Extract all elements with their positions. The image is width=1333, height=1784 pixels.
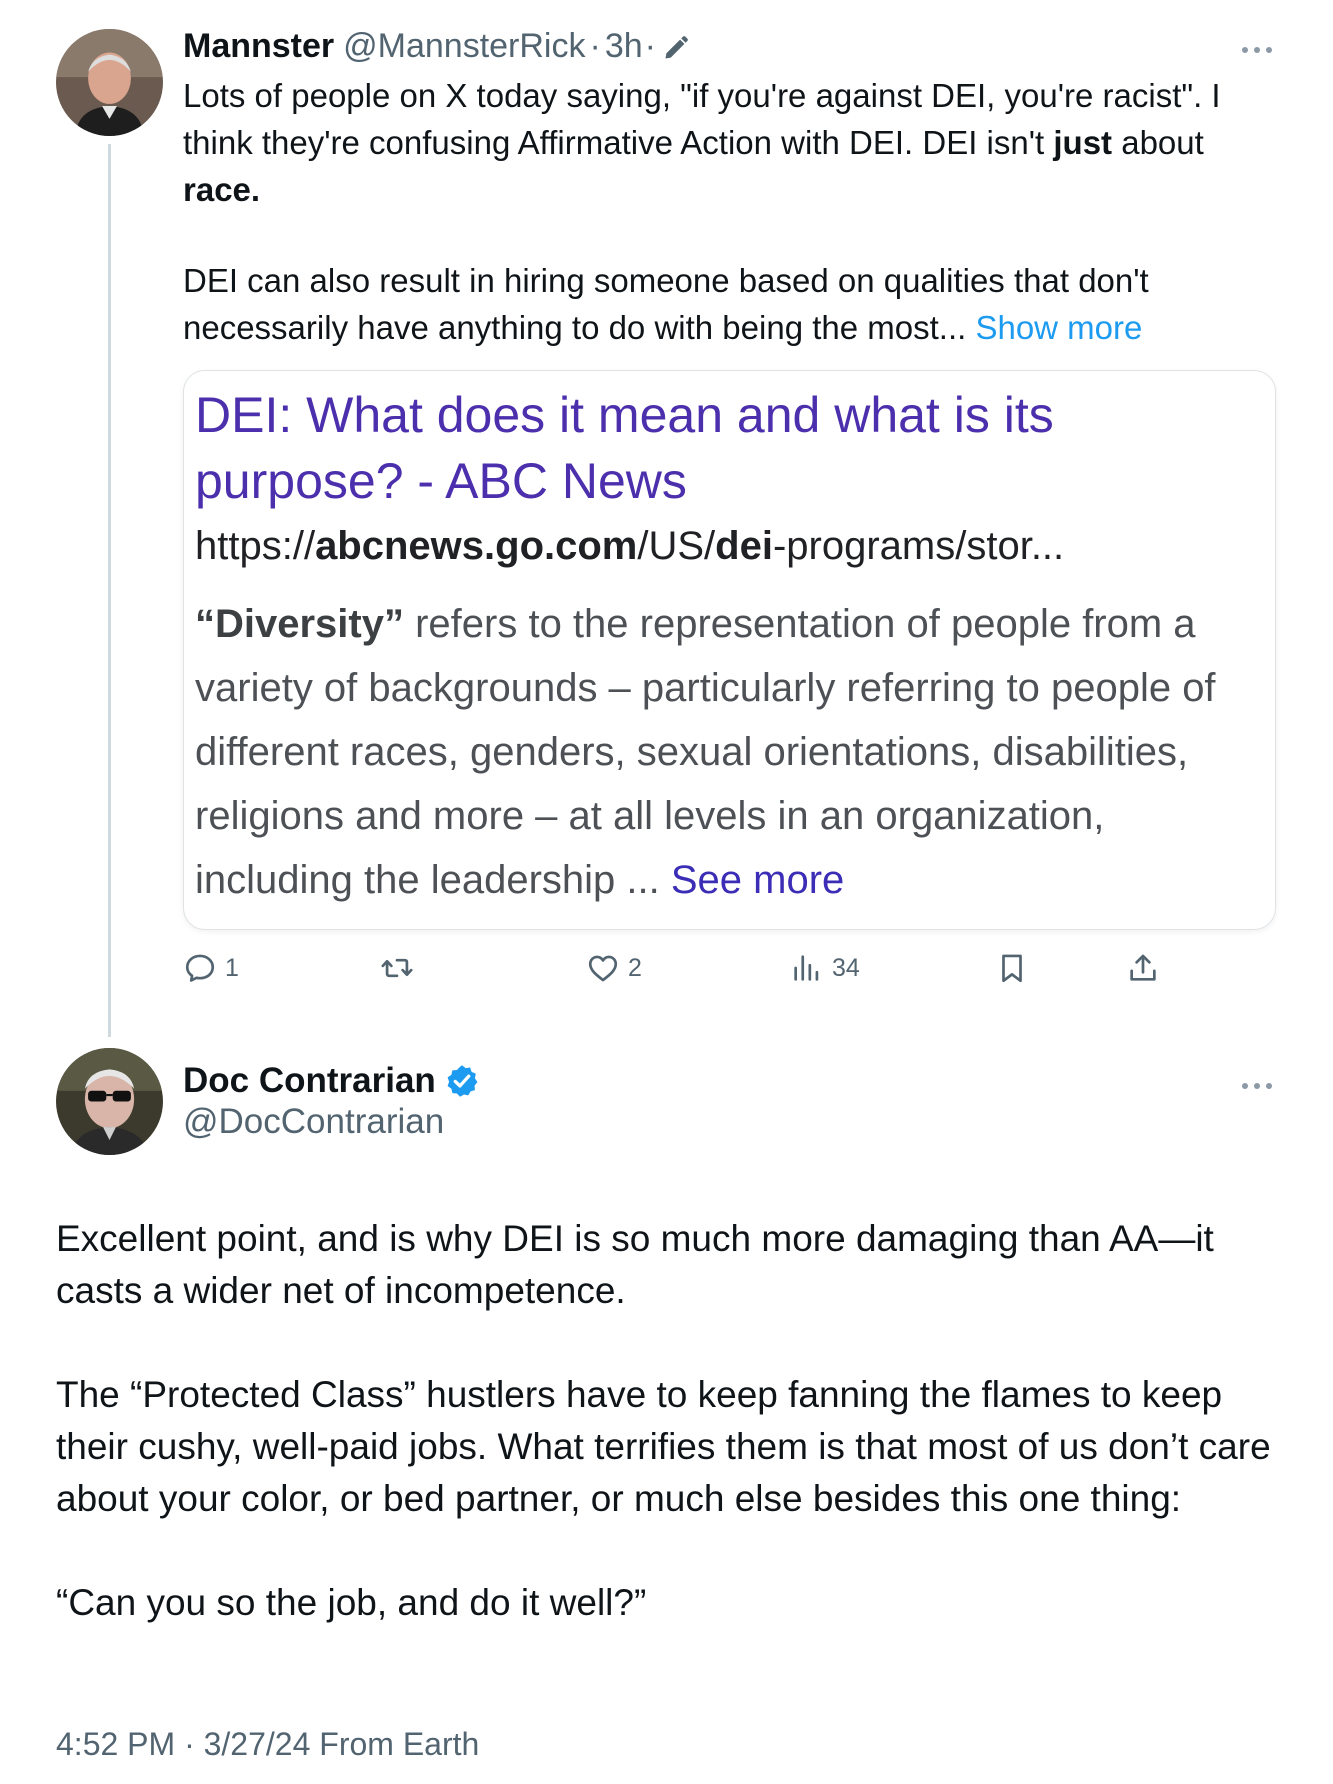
avatar[interactable]	[56, 29, 163, 136]
tweet-text: Excellent point, and is why DEI is so mu…	[56, 1213, 1296, 1629]
tweet-header: Doc Contrarian	[183, 1058, 480, 1104]
share-button[interactable]	[1126, 948, 1160, 988]
snippet-bold: “Diversity”	[195, 602, 404, 646]
more-options-icon[interactable]	[1241, 1078, 1273, 1089]
card-snippet: “Diversity” refers to the representation…	[195, 592, 1265, 912]
pencil-edit-icon[interactable]	[662, 32, 690, 60]
card-url[interactable]: https://abcnews.go.com/US/dei-programs/s…	[195, 519, 1064, 573]
tweet-paragraph: Excellent point, and is why DEI is so mu…	[56, 1218, 1214, 1311]
tweet-text: Lots of people on X today saying, "if yo…	[183, 72, 1278, 351]
views-button[interactable]: 34	[790, 948, 860, 988]
reply-count: 1	[225, 953, 239, 982]
separator-dot: ·	[589, 26, 601, 65]
repost-button[interactable]	[380, 948, 422, 988]
reply-icon	[185, 954, 215, 982]
snippet-text: refers to the representation of people f…	[195, 602, 1216, 902]
card-title[interactable]: DEI: What does it mean and what is its p…	[195, 382, 1235, 514]
url-part: https://	[195, 524, 316, 568]
tweet-paragraph: “Can you so the job, and do it well?”	[56, 1582, 647, 1623]
tweet-text-bold: race.	[183, 171, 261, 208]
verified-badge-icon[interactable]	[444, 1063, 480, 1099]
like-count: 2	[628, 953, 642, 982]
thread-connector-line	[108, 144, 111, 1037]
bookmark-icon	[1002, 954, 1022, 983]
share-icon	[1130, 954, 1156, 981]
author-handle[interactable]: @MannsterRick	[343, 27, 585, 66]
see-more-link[interactable]: See more	[660, 858, 844, 902]
tweet-text-part: about	[1112, 124, 1204, 161]
heart-icon	[588, 955, 618, 982]
tweet-text-bold: just	[1053, 124, 1113, 161]
link-preview-card[interactable]: DEI: What does it mean and what is its p…	[183, 370, 1276, 930]
tweet-header: Mannster @MannsterRick · 3h ·	[183, 24, 690, 68]
url-domain: abcnews.go.com	[315, 524, 638, 568]
reply-button[interactable]: 1	[183, 948, 239, 988]
avatar[interactable]	[56, 1048, 163, 1155]
view-count: 34	[832, 953, 860, 982]
bookmark-button[interactable]	[995, 948, 1029, 988]
separator-dot: ·	[644, 26, 656, 65]
author-name[interactable]: Doc Contrarian	[183, 1061, 436, 1101]
show-more-link[interactable]: Show more	[966, 309, 1142, 346]
author-handle[interactable]: @DocContrarian	[183, 1102, 444, 1142]
like-button[interactable]: 2	[586, 948, 642, 988]
url-part: -programs/stor...	[772, 524, 1065, 568]
repost-icon	[381, 958, 413, 978]
url-part: /US/	[637, 524, 716, 568]
tweet-paragraph: The “Protected Class” hustlers have to k…	[56, 1374, 1271, 1519]
more-options-icon[interactable]	[1241, 42, 1273, 53]
url-part-bold: dei	[715, 524, 773, 568]
analytics-icon	[794, 955, 819, 981]
author-name[interactable]: Mannster	[183, 27, 334, 66]
timestamp[interactable]: 3h	[605, 27, 643, 66]
tweet-timestamp-meta[interactable]: 4:52 PM · 3/27/24 From Earth	[56, 1726, 479, 1763]
